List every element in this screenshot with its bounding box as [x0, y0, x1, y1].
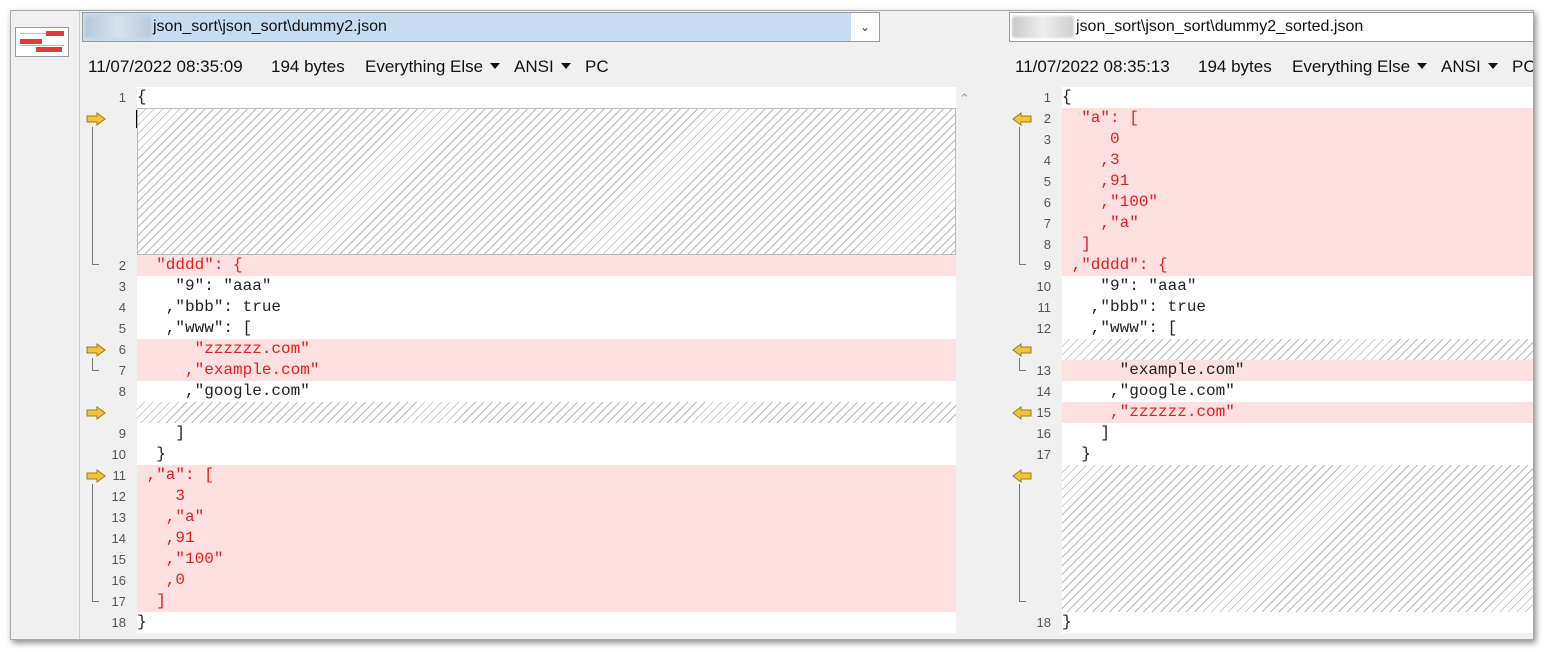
code-line-diff: 3 0	[1007, 129, 1533, 150]
compare-window: json_sort\json_sort\dummy2.json ⌄ 11/07/…	[10, 10, 1534, 640]
left-file-size: 194 bytes	[271, 57, 345, 76]
right-format-dropdown[interactable]: Everything Else	[1292, 57, 1428, 77]
code-line-diff: 12 3	[80, 486, 956, 507]
right-timestamp: 11/07/2022 08:35:13	[1015, 57, 1170, 76]
code-line-diff: 8 ]	[1007, 234, 1533, 255]
code-line-diff: 9 ,"dddd": {	[1007, 255, 1533, 276]
code-line: 8 ,"google.com"	[118, 382, 310, 400]
code-line: 10 }	[111, 445, 166, 463]
arrow-right-icon[interactable]	[86, 112, 106, 126]
arrow-right-icon[interactable]	[86, 469, 106, 483]
left-encoding-dropdown[interactable]: ANSI	[514, 57, 571, 77]
caret-down-icon	[1417, 62, 1428, 69]
code-line: 5 ,"www": [	[118, 319, 253, 337]
code-line-diff: 17 ]	[80, 591, 956, 612]
code-line: 18}	[1036, 613, 1072, 631]
code-line: 12 ,"www": [	[1036, 319, 1178, 337]
left-scrollbar[interactable]: ⌃	[956, 87, 976, 633]
caret-down-icon	[490, 62, 501, 69]
code-line-diff: 13 ,"a"	[80, 507, 956, 528]
arrow-left-icon[interactable]	[1012, 406, 1032, 420]
right-path-text: json_sort\json_sort\dummy2_sorted.json	[1076, 18, 1364, 35]
code-line: 18}	[111, 613, 147, 631]
change-bracket	[1019, 127, 1020, 264]
code-line: 1{	[118, 88, 147, 106]
caret-down-icon	[1487, 62, 1498, 69]
change-bracket	[92, 370, 99, 371]
code-line-diff: 5 ,91	[1007, 171, 1533, 192]
arrow-right-icon[interactable]	[86, 343, 106, 357]
left-path-text: json_sort\json_sort\dummy2.json	[153, 18, 387, 35]
caret-down-icon	[560, 62, 571, 69]
redacted-path-prefix	[85, 15, 151, 38]
change-bracket	[92, 264, 99, 265]
right-path-input[interactable]: json_sort\json_sort\dummy2_sorted.json	[1009, 12, 1533, 42]
scroll-up-icon[interactable]: ⌃	[959, 91, 970, 107]
arrow-left-icon[interactable]	[1012, 343, 1032, 357]
code-line-diff: 11 ,"a": [	[80, 465, 956, 486]
code-line: 14 ,"google.com"	[1036, 382, 1235, 400]
left-path-input[interactable]: json_sort\json_sort\dummy2.json ⌄	[82, 12, 880, 42]
code-line-diff: 6 "zzzzzz.com"	[80, 339, 956, 360]
code-line: 4 ,"bbb": true	[118, 298, 282, 316]
code-line: 10 "9": "aaa"	[1036, 277, 1197, 295]
right-info-bar: 11/07/2022 08:35:13 194 bytes Everything…	[1007, 51, 1533, 85]
code-line: 1{	[1043, 88, 1072, 106]
left-line-ending[interactable]: PC	[585, 57, 609, 77]
missing-lines-block	[1062, 465, 1533, 612]
right-path-bar: json_sort\json_sort\dummy2_sorted.json	[1007, 11, 1533, 43]
code-line-diff: 7 ,"a"	[1007, 213, 1533, 234]
missing-lines-block	[1062, 339, 1533, 360]
pane-splitter[interactable]	[976, 11, 1007, 639]
code-line-diff: 16 ,0	[80, 570, 956, 591]
code-line: 9 ]	[118, 424, 186, 442]
overview-panel	[11, 11, 80, 639]
right-line-ending[interactable]: PC	[1512, 57, 1533, 77]
change-bracket	[1019, 264, 1026, 265]
change-bracket	[92, 127, 93, 264]
redacted-path-prefix	[1012, 15, 1074, 38]
change-bracket	[92, 601, 99, 602]
left-timestamp: 11/07/2022 08:35:09	[88, 57, 243, 76]
code-line: 3 "9": "aaa"	[118, 277, 272, 295]
code-line-diff: 2 "dddd": {	[80, 255, 956, 276]
code-line-diff: 7 ,"example.com"	[80, 360, 956, 381]
code-line: 11 ,"bbb": true	[1037, 298, 1207, 316]
code-line-diff: 6 ,"100"	[1007, 192, 1533, 213]
right-editor[interactable]: 1{ 2 "a": [ 3 0 4 ,3 5 ,91 6 ,"100" 7 ,"…	[1007, 87, 1533, 633]
arrow-left-icon[interactable]	[1012, 112, 1032, 126]
code-line-diff: 2 "a": [	[1007, 108, 1533, 129]
text-cursor	[136, 110, 137, 128]
left-pane: json_sort\json_sort\dummy2.json ⌄ 11/07/…	[80, 11, 976, 639]
missing-lines-block	[137, 108, 956, 255]
code-line-diff: 14 ,91	[80, 528, 956, 549]
right-pane: json_sort\json_sort\dummy2_sorted.json 1…	[1007, 11, 1533, 639]
change-bracket	[92, 358, 93, 370]
missing-lines-block	[137, 402, 956, 423]
arrow-left-icon[interactable]	[1012, 469, 1032, 483]
code-line: 17 }	[1036, 445, 1091, 463]
file-compare-overview-icon[interactable]	[15, 27, 69, 57]
change-bracket	[92, 484, 93, 601]
right-encoding-dropdown[interactable]: ANSI	[1441, 57, 1498, 77]
right-file-size: 194 bytes	[1198, 57, 1272, 76]
arrow-right-icon[interactable]	[86, 406, 106, 420]
change-bracket	[1019, 484, 1020, 601]
left-format-dropdown[interactable]: Everything Else	[365, 57, 501, 77]
chevron-down-icon[interactable]: ⌄	[857, 19, 873, 35]
code-line-diff: 15 ,"zzzzzz.com"	[1007, 402, 1533, 423]
code-line-diff: 4 ,3	[1007, 150, 1533, 171]
code-line-diff: 13 "example.com"	[1007, 360, 1533, 381]
change-bracket	[1019, 601, 1026, 602]
change-bracket	[1019, 370, 1026, 371]
left-editor[interactable]: ⌃ 1{ 2 "dddd": { 3 "9": "aaa" 4 ,"bbb": …	[80, 87, 976, 633]
code-line-diff: 15 ,"100"	[80, 549, 956, 570]
code-line: 16 ]	[1036, 424, 1111, 442]
left-path-bar: json_sort\json_sort\dummy2.json ⌄	[80, 11, 976, 43]
change-bracket	[1019, 358, 1020, 370]
left-info-bar: 11/07/2022 08:35:09 194 bytes Everything…	[80, 51, 976, 85]
